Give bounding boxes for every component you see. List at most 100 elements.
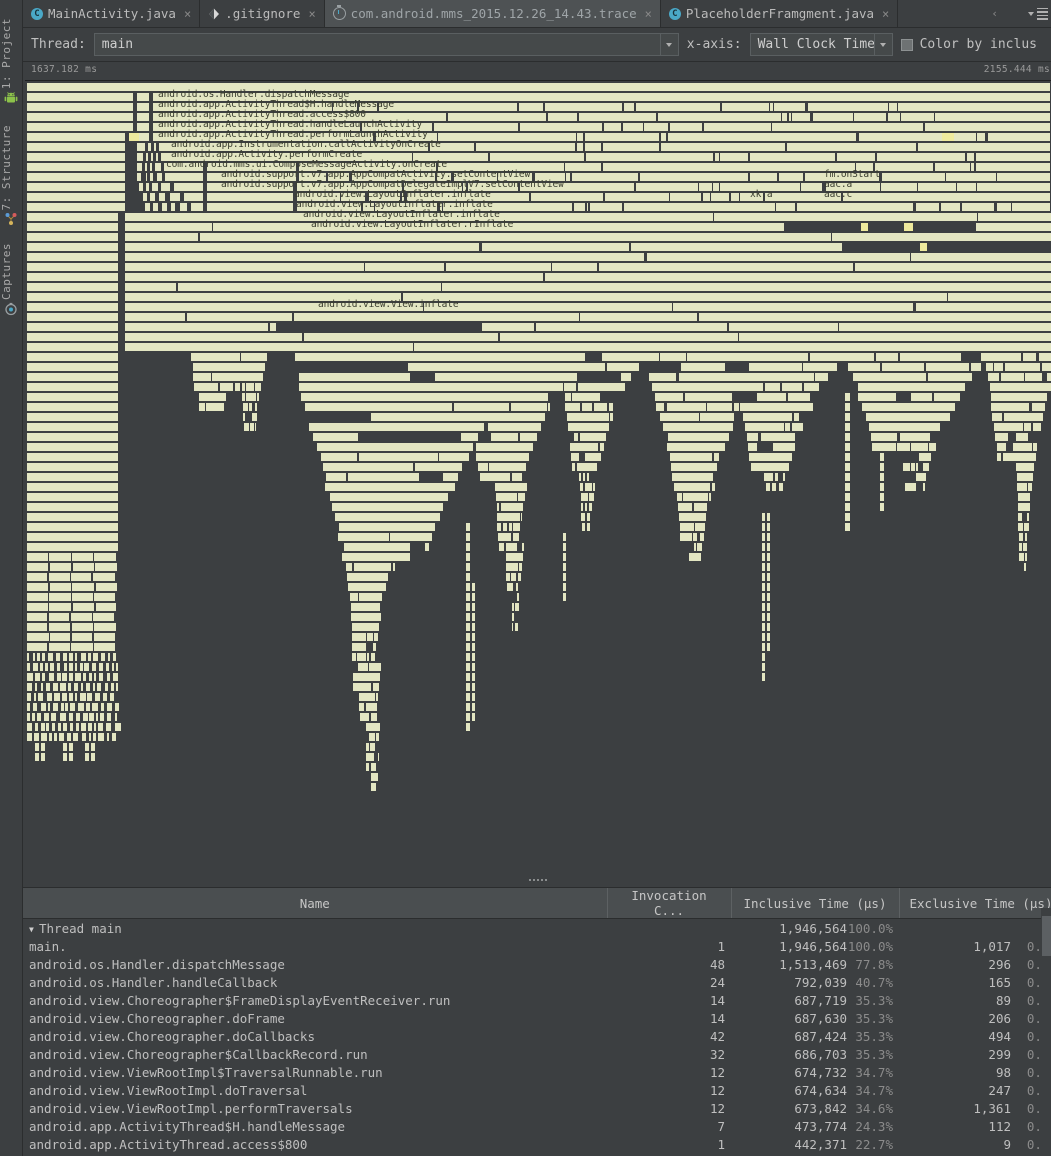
flame-bar[interactable] — [1025, 553, 1027, 561]
flame-bar[interactable] — [903, 463, 910, 471]
flame-bar[interactable] — [113, 673, 118, 681]
flame-bar[interactable] — [229, 313, 241, 321]
flame-bar[interactable] — [490, 383, 501, 391]
flame-bar[interactable] — [71, 643, 92, 651]
flame-bar[interactable] — [27, 203, 125, 211]
panel-splitter[interactable] — [23, 873, 1051, 887]
flame-bar[interactable] — [466, 563, 470, 571]
flame-bar[interactable] — [494, 463, 506, 471]
flame-bar[interactable] — [585, 483, 592, 491]
flame-bar[interactable] — [845, 413, 850, 421]
flame-bar[interactable] — [379, 473, 419, 481]
flame-bar[interactable] — [466, 553, 470, 561]
flame-bar[interactable] — [425, 423, 484, 431]
flame-bar[interactable] — [80, 663, 83, 671]
flame-bar[interactable] — [27, 663, 30, 671]
flame-bar[interactable] — [137, 93, 149, 101]
flame-bar[interactable] — [50, 583, 71, 591]
flame-bar[interactable] — [948, 293, 1051, 301]
flame-bar[interactable] — [37, 653, 40, 661]
flame-bar[interactable] — [839, 323, 971, 331]
flame-bar[interactable] — [739, 333, 1041, 341]
flame-bar[interactable] — [504, 513, 507, 521]
flame-bar[interactable] — [365, 573, 374, 581]
flame-bar[interactable] — [513, 613, 514, 621]
flame-bar[interactable] — [27, 103, 133, 111]
flame-bar[interactable] — [472, 593, 475, 601]
flame-bar[interactable] — [59, 733, 64, 741]
flame-bar[interactable] — [235, 383, 240, 391]
flame-bar[interactable] — [845, 443, 850, 451]
flame-bar[interactable] — [150, 173, 153, 181]
flame-bar[interactable] — [164, 163, 203, 171]
flame-bar[interactable] — [397, 483, 437, 491]
flame-bar[interactable] — [27, 553, 48, 561]
flame-bar[interactable] — [589, 493, 594, 501]
flame-bar[interactable] — [991, 393, 1000, 401]
flame-bar[interactable] — [415, 463, 462, 471]
flame-bar[interactable] — [917, 423, 940, 431]
flame-bar[interactable] — [519, 463, 526, 471]
flame-bar[interactable] — [472, 653, 475, 661]
flame-bar[interactable] — [368, 583, 382, 591]
flame-bar[interactable] — [60, 713, 66, 721]
flame-bar[interactable] — [581, 513, 584, 521]
column-header-inclusive-time[interactable]: Inclusive Time (µs) — [731, 888, 899, 919]
flame-bar[interactable] — [366, 603, 380, 611]
flame-bar[interactable] — [1024, 423, 1031, 431]
flame-bar[interactable] — [518, 493, 525, 501]
flame-bar[interactable] — [27, 93, 133, 101]
table-body-scroll[interactable]: ▼Thread main1,946,564100.0%main.11,946,5… — [23, 919, 1051, 1156]
flame-bar[interactable] — [429, 513, 441, 521]
flame-bar[interactable] — [438, 493, 444, 501]
flame-bar[interactable] — [466, 703, 470, 711]
flame-bar[interactable] — [94, 623, 116, 631]
flame-bar[interactable] — [370, 693, 375, 701]
flame-bar[interactable] — [916, 463, 919, 471]
flame-bar[interactable] — [93, 573, 115, 581]
flame-bar[interactable] — [1025, 533, 1027, 541]
flame-bar[interactable] — [393, 563, 394, 571]
flame-bar[interactable] — [78, 703, 84, 711]
flame-bar[interactable] — [75, 663, 77, 671]
flame-bar[interactable] — [71, 613, 92, 621]
flame-bar[interactable] — [587, 523, 591, 531]
flame-bar[interactable] — [359, 603, 367, 611]
flame-bar[interactable] — [848, 273, 1051, 281]
flame-bar[interactable] — [511, 583, 513, 591]
flame-bar[interactable] — [880, 433, 884, 441]
flame-bar[interactable] — [762, 573, 765, 581]
flame-bar[interactable] — [673, 453, 694, 461]
flame-bar[interactable] — [1003, 423, 1017, 431]
flame-bar[interactable] — [466, 573, 470, 581]
flame-bar[interactable] — [212, 333, 218, 341]
flame-bar[interactable] — [492, 443, 506, 451]
flame-bar[interactable] — [698, 423, 733, 431]
flame-bar[interactable] — [27, 573, 47, 581]
flame-bar[interactable] — [1047, 363, 1051, 371]
flame-bar[interactable] — [227, 373, 230, 381]
flame-bar[interactable] — [35, 683, 38, 691]
flame-bar[interactable] — [156, 153, 158, 161]
flame-bar[interactable] — [255, 303, 282, 311]
flame-bar[interactable] — [366, 713, 369, 721]
flame-bar[interactable] — [242, 393, 245, 401]
flame-bar[interactable] — [497, 503, 500, 511]
flame-bar[interactable] — [1028, 463, 1034, 471]
flame-bar[interactable] — [497, 513, 504, 521]
flame-bar[interactable] — [587, 473, 589, 481]
flame-bar[interactable] — [69, 743, 73, 751]
flame-bar[interactable] — [495, 233, 774, 241]
flame-bar[interactable] — [225, 293, 253, 301]
flame-bar[interactable] — [767, 593, 770, 601]
flame-bar[interactable] — [207, 193, 293, 201]
flame-bar[interactable] — [213, 223, 484, 231]
flame-bar[interactable] — [580, 423, 586, 431]
flame-bar[interactable] — [667, 403, 706, 411]
flame-bar[interactable] — [88, 723, 92, 731]
flame-bar[interactable] — [880, 503, 884, 511]
flame-bar[interactable] — [125, 223, 212, 231]
flame-bar[interactable] — [100, 713, 105, 721]
flame-bar[interactable] — [584, 413, 590, 421]
flame-bar[interactable] — [848, 363, 880, 371]
